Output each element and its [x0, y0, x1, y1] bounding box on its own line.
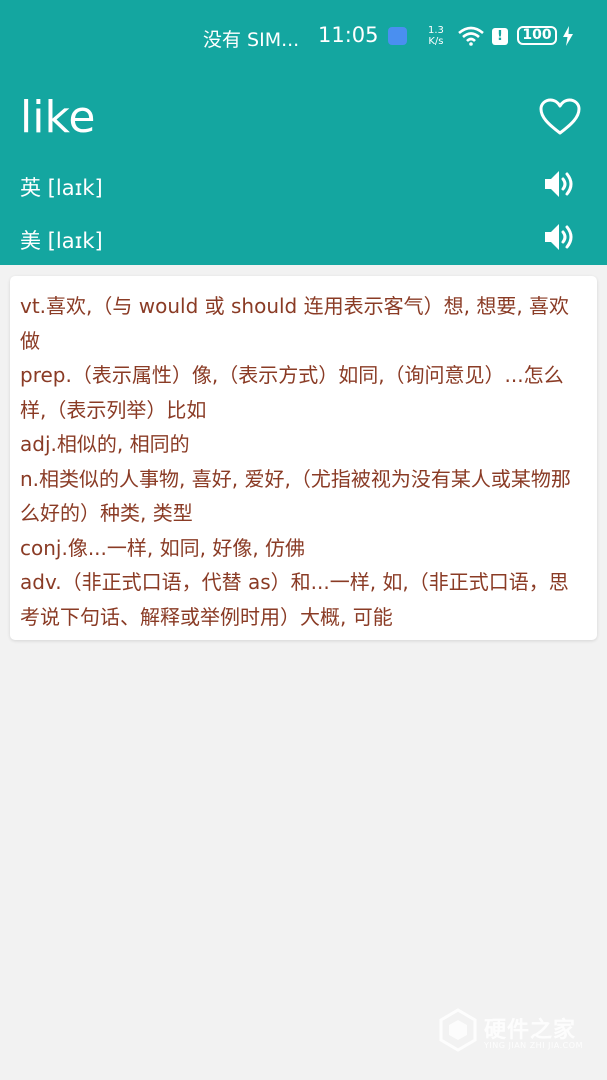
status-bar: 没有 SIM... 11:05 1.3 K/s ! 100 — [0, 0, 607, 72]
definition-vt: vt.喜欢,（与 would 或 should 连用表示客气）想, 想要, 喜欢… — [20, 294, 570, 353]
definition-n: n.相类似的人事物, 喜好, 爱好,（尤指被视为没有某人或某物那么好的）种类, … — [20, 466, 571, 526]
charging-icon — [563, 26, 573, 46]
usb-icon — [388, 27, 407, 45]
wifi-icon — [458, 26, 484, 46]
definition-conj: conj.像...一样, 如同, 好像, 仿佛 — [20, 535, 306, 560]
word-title: like — [20, 92, 96, 143]
clock: 11:05 — [318, 23, 379, 47]
speaker-icon-uk[interactable] — [543, 168, 577, 200]
heart-icon[interactable] — [539, 98, 581, 136]
definition-adj: adj.相似的, 相同的 — [20, 432, 190, 456]
uk-pronunciation: 英 [laɪk] — [20, 176, 103, 200]
alert-icon: ! — [492, 28, 508, 45]
definition-card: vt.喜欢,（与 would 或 should 连用表示客气）想, 想要, 喜欢… — [10, 276, 597, 640]
network-speed: 1.3 K/s — [428, 25, 444, 47]
watermark: 硬件之家 YING JIAN ZHI JIA.COM — [438, 1008, 603, 1058]
header: 没有 SIM... 11:05 1.3 K/s ! 100 like 英 [la… — [0, 0, 607, 265]
battery-indicator: 100 — [517, 26, 557, 45]
watermark-text: 硬件之家 — [484, 1018, 577, 1043]
speed-unit: K/s — [428, 36, 444, 47]
speaker-icon-us[interactable] — [543, 221, 577, 253]
definition-adv: adv.（非正式口语，代替 as）和...一样, 如,（非正式口语，思考说下句话… — [20, 570, 569, 629]
speed-value: 1.3 — [428, 25, 444, 36]
definition-prep: prep.（表示属性）像,（表示方式）如同,（询问意见）...怎么样,（表示列举… — [20, 363, 564, 422]
watermark-subtext: YING JIAN ZHI JIA.COM — [484, 1041, 583, 1050]
carrier-label: 没有 SIM... — [203, 29, 300, 51]
watermark-logo-icon — [439, 1008, 477, 1052]
us-pronunciation: 美 [laɪk] — [20, 229, 103, 253]
